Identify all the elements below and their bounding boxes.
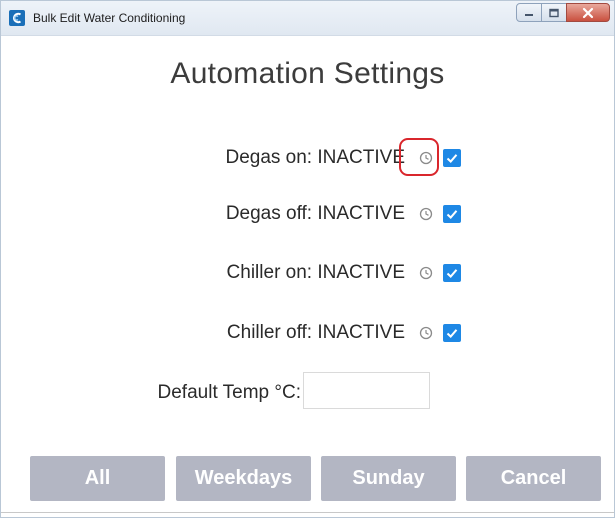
maximize-button[interactable] [541,3,567,22]
title-bar[interactable]: Bulk Edit Water Conditioning [1,1,614,36]
schedule-checkbox[interactable] [443,149,461,167]
highlight-annotation [399,138,439,176]
checkmark-icon [446,154,458,163]
minimize-button[interactable] [516,3,542,22]
schedule-label: Degas on: INACTIVE [225,147,405,168]
cancel-button[interactable]: Cancel [466,456,601,501]
schedule-row-chiller-on: Chiller on: INACTIVE [1,259,461,287]
close-icon [582,7,594,18]
schedule-label: Chiller on: INACTIVE [226,262,405,283]
schedule-row-degas-on: Degas on: INACTIVE [1,144,461,172]
checkmark-icon [446,210,458,219]
sunday-button[interactable]: Sunday [321,456,456,501]
divider [1,512,614,513]
all-button[interactable]: All [30,456,165,501]
checkmark-icon [446,329,458,338]
default-temp-label: Default Temp °C: [157,382,301,403]
checkmark-icon [446,269,458,278]
schedule-label: Chiller off: INACTIVE [226,322,405,343]
weekdays-button[interactable]: Weekdays [176,456,311,501]
maximize-icon [549,8,559,17]
dialog-window: Bulk Edit Water Conditioning Automation … [0,0,615,518]
clock-icon[interactable] [419,326,433,340]
schedule-checkbox[interactable] [443,324,461,342]
window-controls [516,3,610,22]
schedule-row-chiller-off: Chiller off: INACTIVE [1,319,461,347]
clock-icon[interactable] [419,266,433,280]
schedule-checkbox[interactable] [443,264,461,282]
app-logo-icon [9,10,25,26]
clock-icon[interactable] [419,207,433,221]
schedule-checkbox[interactable] [443,205,461,223]
schedule-label: Degas off: INACTIVE [225,203,405,224]
minimize-icon [525,13,533,16]
close-button[interactable] [566,3,610,22]
default-temp-input[interactable] [303,372,430,409]
schedule-row-degas-off: Degas off: INACTIVE [1,200,461,228]
page-title: Automation Settings [170,57,445,90]
window-title: Bulk Edit Water Conditioning [33,11,186,25]
